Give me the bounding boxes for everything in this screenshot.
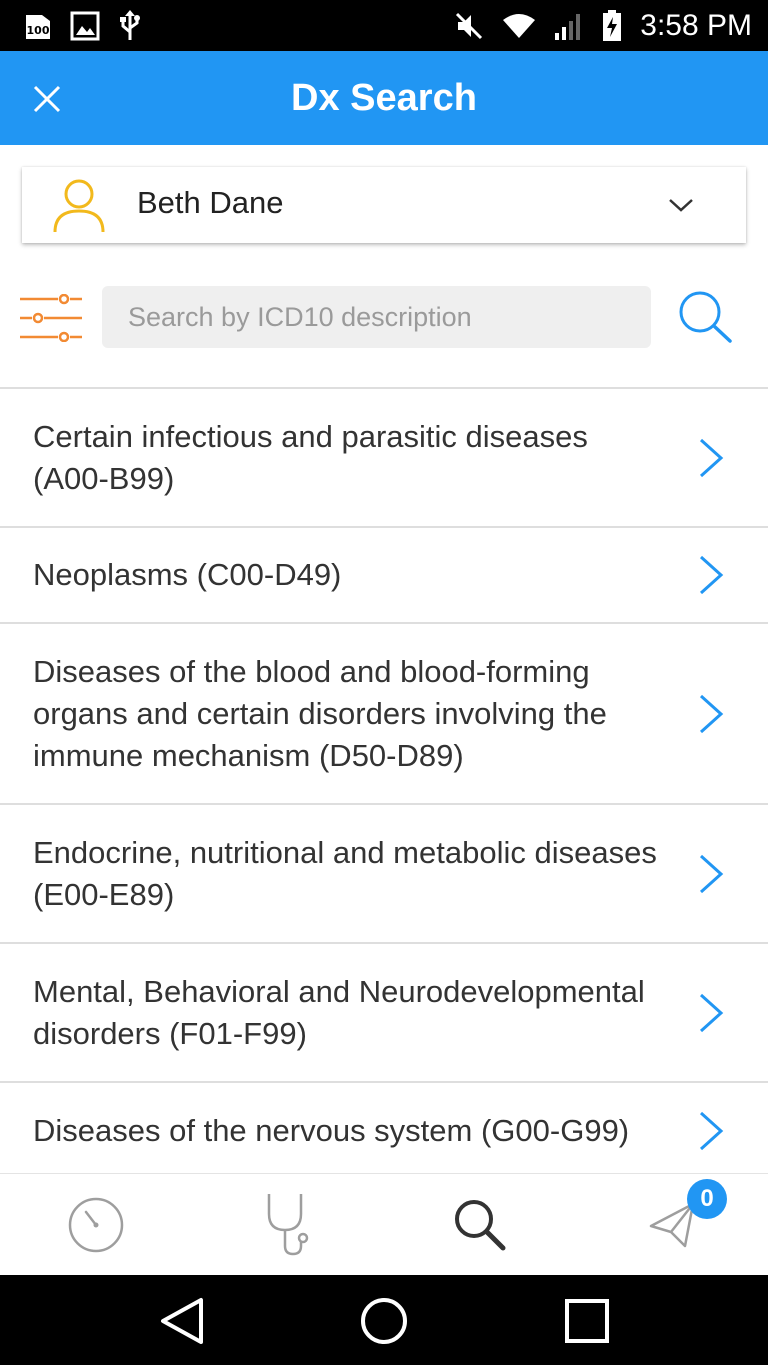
chevron-right-icon [699,438,724,477]
user-icon [53,179,105,233]
nav-stethoscope-button[interactable] [192,1174,384,1276]
recents-icon [565,1299,609,1343]
system-nav-bar [0,1275,768,1365]
back-button[interactable] [152,1295,212,1347]
category-label: Endocrine, nutritional and metabolic dis… [33,834,657,912]
status-right-icons: 3:58 PM [454,9,752,43]
category-item[interactable]: Certain infectious and parasitic disease… [0,389,768,528]
category-list: Certain infectious and parasitic disease… [0,387,768,1173]
storage-100-icon: 100 [26,14,50,39]
category-label: Diseases of the nervous system (G00-G99) [33,1113,630,1148]
patient-name: Beth Dane [137,185,284,220]
status-bar: 100 3:58 PM [0,0,768,51]
search-input[interactable] [102,286,651,348]
home-icon [361,1298,407,1344]
history-icon [68,1197,124,1253]
nav-history-button[interactable] [0,1174,192,1276]
usb-icon [120,9,140,40]
back-icon [161,1298,203,1344]
category-label: Mental, Behavioral and Neurodevelopmenta… [33,973,645,1051]
chevron-right-icon [699,694,724,733]
filter-button[interactable] [20,293,82,343]
category-item[interactable]: Diseases of the blood and blood-forming … [0,624,768,805]
patient-selector[interactable]: Beth Dane [22,167,746,243]
search-icon [455,1200,506,1251]
svg-text:100: 100 [27,24,50,37]
sliders-icon [20,293,82,343]
category-label: Certain infectious and parasitic disease… [33,418,588,496]
category-label: Diseases of the blood and blood-forming … [33,653,607,773]
send-icon [649,1202,695,1248]
notification-badge: 0 [687,1179,727,1219]
search-box [102,286,651,348]
signal-icon [555,13,581,40]
close-button[interactable] [28,80,66,118]
nav-search-button[interactable] [384,1174,576,1276]
bottom-nav: 0 [0,1173,768,1275]
chevron-right-icon [699,555,724,595]
nav-send-button[interactable] [576,1174,768,1276]
app-bar: Dx Search [0,51,768,145]
chevron-right-icon [699,854,724,893]
category-label: Neoplasms (C00-D49) [33,557,342,592]
image-icon [70,11,100,40]
battery-charging-icon [603,9,622,41]
category-item[interactable]: Neoplasms (C00-D49) [0,528,768,624]
category-item[interactable]: Endocrine, nutritional and metabolic dis… [0,805,768,944]
mute-icon [456,12,483,39]
page-title: Dx Search [291,76,477,119]
chevron-down-icon [669,199,693,212]
status-left-icons: 100 [24,9,142,42]
wifi-icon [503,13,536,38]
stethoscope-icon [267,1194,309,1256]
home-button[interactable] [354,1295,414,1347]
search-icon [679,291,732,343]
recents-button[interactable] [557,1295,617,1347]
chevron-right-icon [699,993,724,1032]
status-time: 3:58 PM [640,8,752,42]
close-icon [33,85,61,113]
chevron-right-icon [699,1111,724,1151]
category-item[interactable]: Diseases of the nervous system (G00-G99) [0,1083,768,1173]
category-item[interactable]: Mental, Behavioral and Neurodevelopmenta… [0,944,768,1083]
search-button[interactable] [676,288,736,348]
